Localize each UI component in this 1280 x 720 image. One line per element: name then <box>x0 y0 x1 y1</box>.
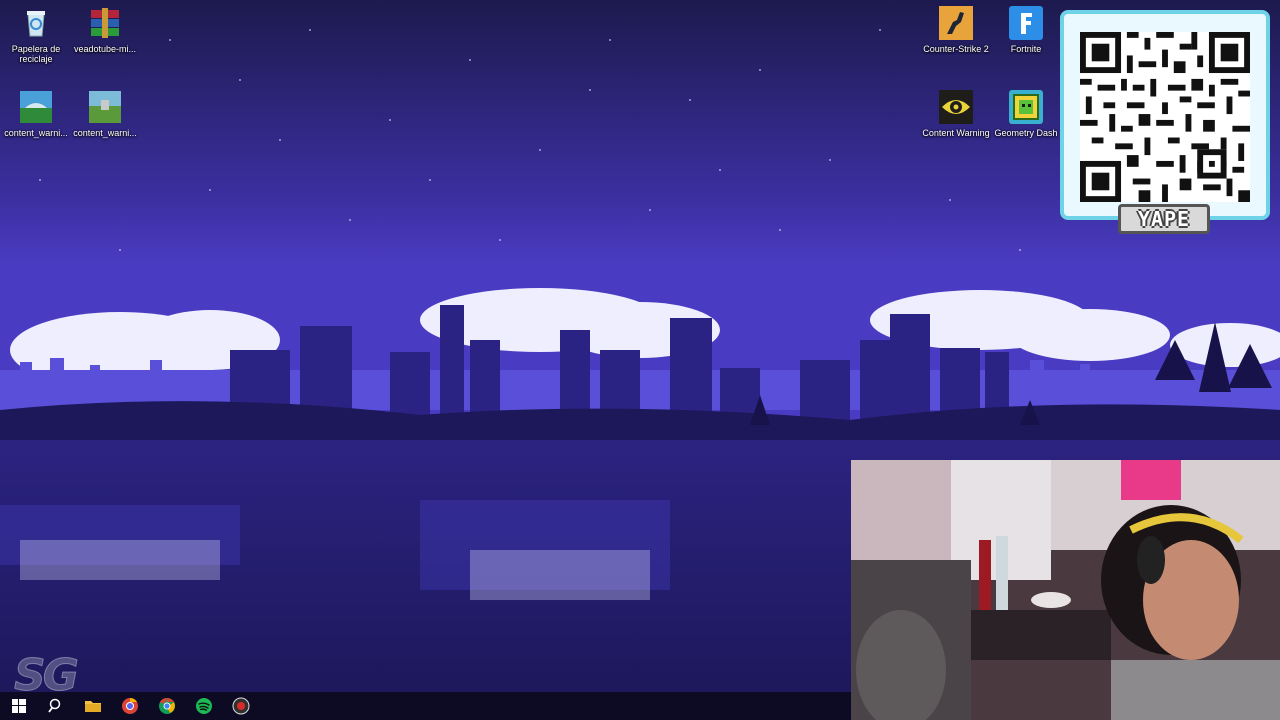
desktop-icon-label: Counter-Strike 2 <box>923 44 989 54</box>
winrar-archive-icon <box>88 6 122 40</box>
webcam-scene <box>851 460 1280 720</box>
yape-label: YAPE <box>1118 204 1210 234</box>
discord-chrome-icon <box>121 697 138 714</box>
desktop-icon-content-warning-1[interactable]: content_warni... <box>0 86 72 138</box>
recycle-bin-icon <box>19 6 53 40</box>
geometry-dash-icon <box>1009 90 1043 124</box>
taskbar-discord-chrome[interactable] <box>111 692 148 720</box>
qr-code <box>1080 32 1250 202</box>
taskbar-search-button[interactable] <box>37 692 74 720</box>
start-button[interactable] <box>0 692 37 720</box>
search-icon <box>47 698 60 713</box>
desktop-icon-counter-strike[interactable]: Counter-Strike 2 <box>920 2 992 54</box>
fortnite-icon <box>1009 6 1043 40</box>
taskbar <box>0 692 851 720</box>
desktop-icon-label: content_warni... <box>4 128 68 138</box>
windows-start-icon <box>11 699 26 713</box>
recorder-icon <box>232 697 249 715</box>
content-warning-shortcut-icon <box>19 90 53 124</box>
counter-strike-icon <box>939 6 973 40</box>
desktop-icon-veadotube[interactable]: veadotube-mi... <box>69 2 141 54</box>
taskbar-chrome[interactable] <box>148 692 185 720</box>
spotify-icon <box>195 698 212 714</box>
taskbar-recorder[interactable] <box>222 692 259 720</box>
file-explorer-icon <box>84 701 101 712</box>
content-warning-shortcut-icon <box>88 90 122 124</box>
desktop-icon-label: content_warni... <box>73 128 137 138</box>
desktop-icon-label: Fortnite <box>1010 44 1042 54</box>
desktop-icon-content-warning-2[interactable]: content_warni... <box>69 86 141 138</box>
desktop-icon-content-warning-game[interactable]: Content Warning <box>920 86 992 138</box>
desktop-icon-label: Papelera de reciclaje <box>11 44 61 64</box>
chrome-icon <box>158 697 175 714</box>
webcam-feed <box>851 460 1280 720</box>
desktop-icon-label: veadotube-mi... <box>73 44 137 54</box>
content-warning-eye-icon <box>939 90 973 124</box>
taskbar-spotify[interactable] <box>185 692 222 720</box>
desktop-icon-geometry-dash[interactable]: Geometry Dash <box>990 86 1062 138</box>
desktop-icon-label: Geometry Dash <box>994 128 1058 138</box>
desktop-icon-fortnite[interactable]: Fortnite <box>990 2 1062 54</box>
desktop-icon-label: Content Warning <box>922 128 990 138</box>
taskbar-file-explorer[interactable] <box>74 692 111 720</box>
desktop-icon-recycle-bin[interactable]: Papelera de reciclaje <box>0 2 72 64</box>
yape-qr-card <box>1060 10 1270 220</box>
